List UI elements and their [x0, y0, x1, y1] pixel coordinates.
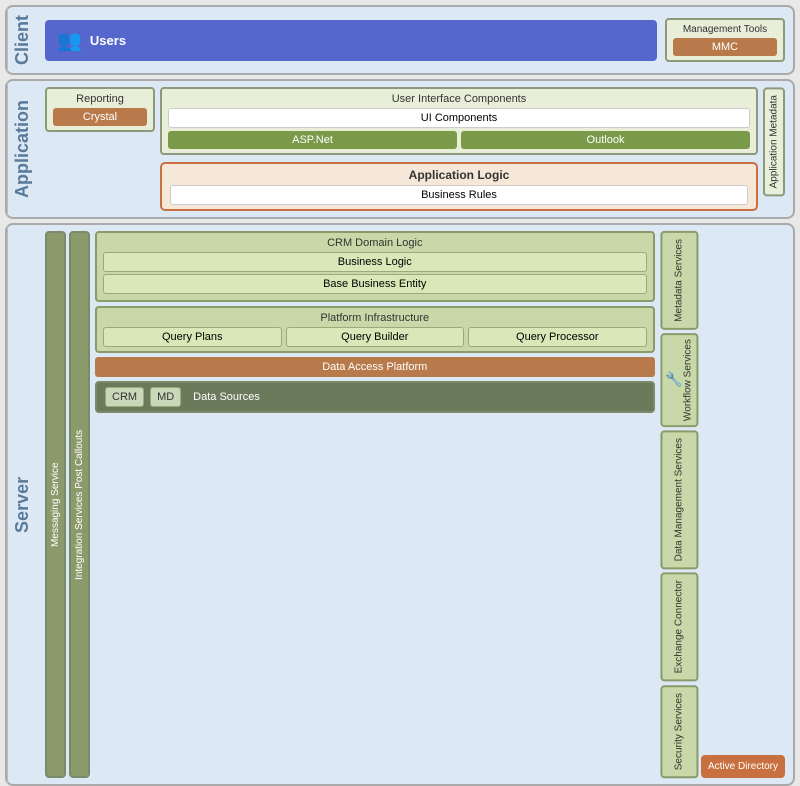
server-right-col: Metadata Services 🔧 Workflow Services Da…	[660, 231, 785, 778]
left-services: Messaging Service Integration Services P…	[45, 231, 90, 778]
exchange-connector-box: Exchange Connector	[660, 572, 698, 681]
management-tools-title: Management Tools	[673, 24, 777, 35]
business-logic-box: Business Logic	[103, 252, 647, 272]
server-tier: Server Messaging Service Integration Ser…	[5, 223, 795, 786]
messaging-service-box: Messaging Service	[45, 231, 66, 778]
query-plans-badge: Query Plans	[103, 327, 282, 347]
ui-components-box: User Interface Components UI Components …	[160, 87, 758, 155]
ui-components-title: User Interface Components	[168, 93, 750, 105]
client-label: Client	[7, 7, 37, 73]
crm-domain-title: CRM Domain Logic	[103, 237, 647, 249]
query-processor-badge: Query Processor	[468, 327, 647, 347]
data-sources-label: Data Sources	[193, 391, 260, 403]
workflow-label: Workflow Services	[682, 339, 693, 421]
app-inner-row: Reporting Crystal User Interface Compone…	[45, 87, 785, 211]
client-tier: Client 👥 Users Management Tools MMC	[5, 5, 795, 75]
crm-badge: CRM	[105, 387, 144, 407]
crm-domain-box: CRM Domain Logic Business Logic Base Bus…	[95, 231, 655, 302]
workflow-services-box: 🔧 Workflow Services	[660, 333, 698, 427]
data-sources-box: CRM MD Data Sources	[95, 381, 655, 413]
app-metadata: Application Metadata	[763, 87, 785, 196]
server-content: Messaging Service Integration Services P…	[37, 225, 793, 784]
app-right: User Interface Components UI Components …	[160, 87, 758, 211]
server-main: CRM Domain Logic Business Logic Base Bus…	[95, 231, 655, 778]
users-icon: 👥	[57, 28, 82, 53]
md-badge: MD	[150, 387, 181, 407]
reporting-box: Reporting Crystal	[45, 87, 155, 132]
platform-title: Platform Infrastructure	[103, 312, 647, 324]
application-content: Reporting Crystal User Interface Compone…	[37, 81, 793, 217]
app-logic-title: Application Logic	[170, 168, 748, 182]
server-label: Server	[7, 225, 37, 784]
metadata-services-box: Metadata Services	[660, 231, 698, 330]
client-content: 👥 Users Management Tools MMC	[37, 7, 793, 73]
query-builder-badge: Query Builder	[286, 327, 465, 347]
workflow-icon: 🔧	[665, 371, 682, 388]
business-rules-box: Business Rules	[170, 185, 748, 205]
data-management-box: Data Management Services	[660, 430, 698, 569]
base-business-box: Base Business Entity	[103, 274, 647, 294]
platform-box: Platform Infrastructure Query Plans Quer…	[95, 306, 655, 353]
users-label: Users	[90, 33, 126, 48]
ui-row: ASP.Net Outlook	[168, 131, 750, 149]
integration-services-box: Integration Services Post Callouts	[69, 231, 90, 778]
app-left: Reporting Crystal	[45, 87, 155, 132]
ui-inner: UI Components	[168, 108, 750, 128]
data-access-box: Data Access Platform	[95, 357, 655, 377]
management-tools-box: Management Tools MMC	[665, 18, 785, 62]
application-tier: Application Reporting Crystal User Inter…	[5, 79, 795, 219]
server-far-right: Active Directory	[701, 231, 785, 778]
reporting-title: Reporting	[53, 93, 147, 105]
app-logic-box: Application Logic Business Rules	[160, 162, 758, 211]
security-services-box: Security Services	[660, 685, 698, 778]
users-box: 👥 Users	[45, 20, 657, 61]
application-label: Application	[7, 81, 37, 217]
platform-row: Query Plans Query Builder Query Processo…	[103, 327, 647, 347]
aspnet-badge: ASP.Net	[168, 131, 457, 149]
server-mid-right: Metadata Services 🔧 Workflow Services Da…	[660, 231, 698, 778]
active-directory-box: Active Directory	[701, 755, 785, 778]
mmc-box: MMC	[673, 38, 777, 56]
crystal-box: Crystal	[53, 108, 147, 126]
outlook-badge: Outlook	[461, 131, 750, 149]
